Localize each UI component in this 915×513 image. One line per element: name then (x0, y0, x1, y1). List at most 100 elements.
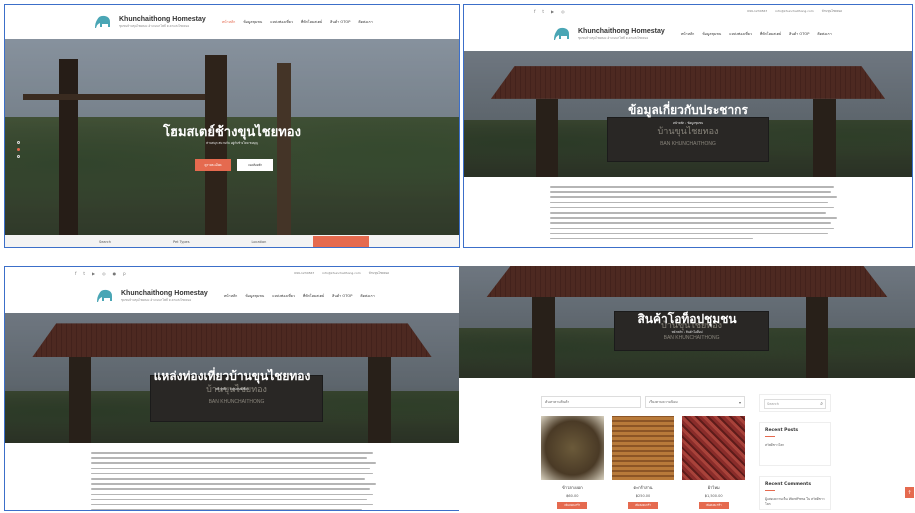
nav-item-attractions[interactable]: แหล่งท่องเที่ยว (270, 19, 293, 25)
social-icons: f t ▶ ◎ (534, 9, 565, 14)
product-image[interactable] (611, 416, 675, 480)
recent-comments-widget: Recent Comments ผู้แสดงความเห็น WordPres… (759, 476, 831, 510)
top-strip: f t ▶ ◎ ● p 099-1234567 info@khunchaitho… (5, 267, 459, 279)
search-icon[interactable]: ⌕ (820, 401, 823, 407)
elephant-logo-icon (95, 288, 115, 304)
search-widget: Search ⌕ (759, 394, 831, 412)
page-title: สินค้าโอท็อปชุมชน (637, 312, 737, 326)
product-name[interactable]: ข้าวฮางงอก (541, 484, 604, 491)
filter-select[interactable]: ค้นหาตามสินค้า (541, 396, 641, 408)
pinterest-icon[interactable]: p (123, 271, 126, 276)
main-nav: หน้าหลัก ข้อมูลชุมชน แหล่งท่องเที่ยว ที่… (681, 31, 832, 37)
contact-location: บ้านขุนไชยทอง (821, 8, 842, 13)
hero-booking-button[interactable]: จองห้องพัก (237, 159, 273, 171)
nav-item-contact[interactable]: ติดต่อเรา (358, 19, 372, 25)
recent-posts-title: Recent Posts (765, 428, 799, 433)
add-to-cart-button[interactable]: เพิ่มลงตะกร้า (698, 502, 729, 509)
location-label[interactable]: Location (252, 240, 267, 244)
hero-slider: โฮมสเตย์ช้างขุนไชยทอง ท่านสนุก สนานกับ อ… (5, 39, 459, 235)
sort-select[interactable]: เรียงตามความนิยม ▾ (645, 396, 745, 408)
elephant-logo-icon (552, 26, 572, 42)
breadcrumb: หน้าหลัก › ข้อมูลชุมชน (672, 121, 704, 125)
nav-item-otop[interactable]: สินค้า OTOP (332, 293, 352, 299)
attractions-page-screenshot: f t ▶ ◎ ● p 099-1234567 info@khunchaitho… (4, 266, 460, 511)
brand-tagline: ชุมชนบ้านขุนไชยทอง อำเภอนาโพธิ์ ต.ตาแสงไ… (121, 297, 192, 302)
slider-dot[interactable] (17, 141, 20, 144)
contact-phone: 099-1234567 (294, 270, 315, 275)
nav-item-contact[interactable]: ติดต่อเรา (360, 293, 374, 299)
add-to-cart-button[interactable]: เพิ่มลงตะกร้า (557, 502, 588, 509)
search-input[interactable]: Search (764, 399, 826, 409)
nav-item-home[interactable]: หน้าหลัก (681, 31, 695, 37)
contact-location: บ้านขุนไชยทอง (368, 270, 389, 275)
page-title: ข้อมูลเกี่ยวกับประชากร (628, 103, 748, 117)
brand-tagline: ชุมชนบ้านขุนไชยทอง อำเภอนาโพธิ์ ต.ตาแสงไ… (119, 23, 190, 28)
instagram-icon[interactable]: ◎ (561, 9, 565, 14)
youtube-icon[interactable]: ▶ (551, 9, 554, 14)
pet-types-label[interactable]: Pet Types (173, 240, 190, 244)
slider-dots (17, 141, 20, 158)
instagram-icon[interactable]: ◎ (102, 271, 106, 276)
facebook-icon[interactable]: f (75, 271, 76, 276)
nav-item-homestay[interactable]: ที่พักโฮมสเตย์ (301, 19, 322, 25)
product-price: ฿1,500.00 (704, 494, 723, 498)
chevron-down-icon: ▾ (738, 399, 741, 405)
page-banner: บ้านขุนไชยทอง BAN KHUNCHAITHONG สินค้าโอ… (459, 266, 915, 378)
nav-item-community[interactable]: ข้อมูลชุมชน (702, 31, 721, 37)
contact-phone: 099-1234567 (747, 8, 768, 13)
scroll-to-top-button[interactable]: ↑ (905, 487, 914, 498)
nav-item-otop[interactable]: สินค้า OTOP (330, 19, 350, 25)
shop-sidebar: Search ⌕ Recent Posts สวัสดีชาวโลก Recen… (759, 394, 831, 510)
add-to-cart-button[interactable]: เพิ่มลงตะกร้า (628, 502, 658, 509)
product-card[interactable]: ข้าวฮางงอก ฿60.00 เพิ่มลงตะกร้า (541, 416, 604, 509)
hero-subtitle: ท่านสนุก สนานกับ อยู่กับช้างไทย ชมบุญ (206, 141, 258, 145)
recent-comment-link[interactable]: ผู้แสดงความเห็น WordPress ใน สวัสดีชาวโล… (765, 497, 825, 507)
top-strip: f t ▶ ◎ 099-1234567 info@khunchaithong.c… (464, 5, 912, 17)
main-nav: หน้าหลัก ข้อมูลชุมชน แหล่งท่องเที่ยว ที่… (224, 293, 375, 299)
brand-name[interactable]: Khunchaithong Homestay (578, 28, 665, 35)
product-name[interactable]: ผ้าไหม (682, 484, 745, 491)
breadcrumb: หน้าหลัก › แหล่งท่องเที่ยว (215, 387, 249, 391)
slider-dot[interactable] (17, 148, 20, 151)
recent-comments-title: Recent Comments (765, 482, 812, 487)
flickr-icon[interactable]: ● (113, 271, 117, 276)
twitter-icon[interactable]: t (542, 9, 544, 14)
nav-item-attractions[interactable]: แหล่งท่องเที่ยว (729, 31, 752, 37)
page-banner: บ้านขุนไชยทอง BAN KHUNCHAITHONG แหล่งท่อ… (5, 313, 459, 443)
site-header: Khunchaithong Homestay ชุมชนบ้านขุนไชยทอ… (464, 17, 912, 51)
nav-item-home[interactable]: หน้าหลัก (222, 19, 236, 25)
article-body (5, 443, 459, 510)
product-name[interactable]: ตะกร้าสาน (612, 484, 675, 491)
hero-details-button[interactable]: ดูรายละเอียด (195, 159, 231, 171)
nav-item-community[interactable]: ข้อมูลชุมชน (245, 293, 264, 299)
nav-item-home[interactable]: หน้าหลัก (224, 293, 238, 299)
twitter-icon[interactable]: t (83, 271, 85, 276)
otop-shop-screenshot: บ้านขุนไชยทอง BAN KHUNCHAITHONG สินค้าโอ… (459, 266, 915, 511)
product-card[interactable]: ตะกร้าสาน ฿250.00 เพิ่มลงตะกร้า (611, 416, 675, 509)
product-image[interactable] (541, 416, 604, 480)
facebook-icon[interactable]: f (534, 9, 535, 14)
nav-item-attractions[interactable]: แหล่งท่องเที่ยว (272, 293, 295, 299)
nav-item-homestay[interactable]: ที่พักโฮมสเตย์ (760, 31, 781, 37)
nav-item-community[interactable]: ข้อมูลชุมชน (243, 19, 262, 25)
contact-email[interactable]: info@khunchaithong.com (775, 9, 813, 14)
page-banner: บ้านขุนไชยทอง BAN KHUNCHAITHONG ข้อมูลเก… (464, 51, 912, 177)
product-grid: ข้าวฮางงอก ฿60.00 เพิ่มลงตะกร้า ตะกร้าสา… (541, 416, 746, 509)
site-header: Khunchaithong Homestay ชุมชนบ้านขุนไชยทอ… (5, 5, 459, 39)
brand-name[interactable]: Khunchaithong Homestay (121, 290, 208, 297)
product-image[interactable] (682, 416, 746, 480)
nav-item-otop[interactable]: สินค้า OTOP (789, 31, 809, 37)
booking-search-bar: Search Pet Types Location (5, 235, 459, 247)
contact-email[interactable]: info@khunchaithong.com (322, 271, 360, 276)
youtube-icon[interactable]: ▶ (92, 271, 95, 276)
brand-name[interactable]: Khunchaithong Homestay (119, 16, 206, 23)
search-label[interactable]: Search (99, 240, 111, 244)
search-submit-button[interactable] (313, 236, 369, 247)
nav-item-homestay[interactable]: ที่พักโฮมสเตย์ (303, 293, 324, 299)
product-card[interactable]: ผ้าไหม ฿1,500.00 เพิ่มลงตะกร้า (682, 416, 746, 509)
recent-post-link[interactable]: สวัสดีชาวโลก (765, 443, 825, 448)
slider-dot[interactable] (17, 155, 20, 158)
product-price: ฿60.00 (566, 494, 579, 498)
page-title: แหล่งท่องเที่ยวบ้านขุนไชยทอง (153, 369, 311, 383)
nav-item-contact[interactable]: ติดต่อเรา (817, 31, 831, 37)
